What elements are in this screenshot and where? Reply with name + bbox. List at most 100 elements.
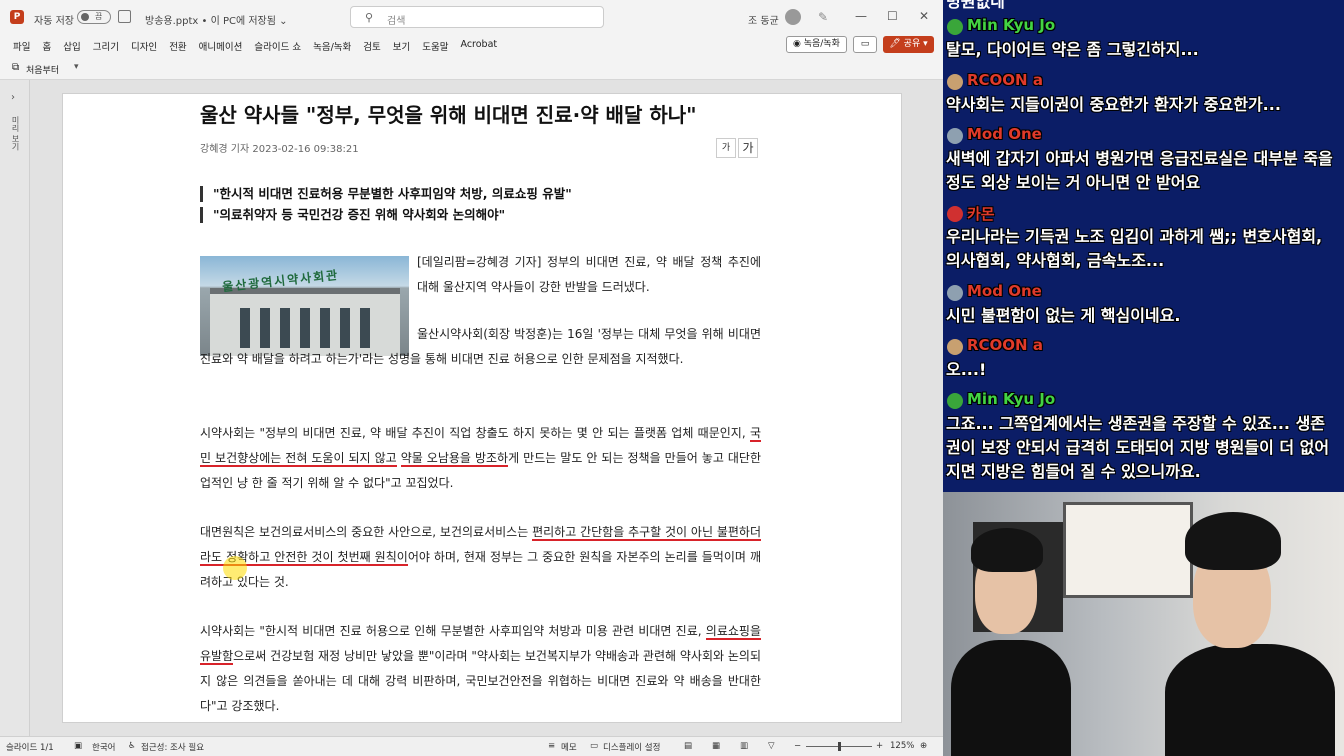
- chat-username: Mod One: [967, 282, 1042, 300]
- save-icon[interactable]: [118, 10, 131, 23]
- shirt: [1165, 644, 1335, 756]
- spellcheck-icon[interactable]: ▣: [74, 741, 82, 751]
- search-icon: ⚲: [365, 11, 374, 24]
- chat-username: RCOON a: [967, 336, 1043, 354]
- fit-slide-icon[interactable]: ⊕: [920, 741, 927, 751]
- chat-avatar-icon: [947, 339, 963, 355]
- chat-text: 시민 불편함이 없는 게 핵심이네요.: [946, 306, 1181, 325]
- summary-line-1: "한시적 비대면 진료허용 무분별한 사후피임약 처방, 의료쇼핑 유발": [200, 186, 820, 202]
- tab-6[interactable]: 애니메이션: [199, 39, 243, 53]
- chat-username: RCOON a: [967, 71, 1043, 89]
- chat-avatar-icon: [947, 19, 963, 35]
- slide-canvas: 울산 약사들 "정부, 무엇을 위해 비대면 진료·약 배달 하나" 강혜경 기…: [30, 80, 943, 736]
- font-large-button[interactable]: 가: [738, 138, 758, 158]
- pen-icon[interactable]: ✎: [818, 10, 828, 24]
- display-icon[interactable]: ▭: [590, 741, 598, 751]
- notes-button[interactable]: 메모: [561, 741, 577, 753]
- hair: [971, 528, 1043, 572]
- powerpoint-icon[interactable]: P: [10, 10, 24, 24]
- customize-toolbar-button[interactable]: ▾: [74, 62, 79, 72]
- tab-7[interactable]: 슬라이드 쇼: [254, 39, 301, 53]
- zoom-in-button[interactable]: +: [876, 741, 883, 751]
- maximize-icon[interactable]: ☐: [887, 9, 898, 23]
- zoom-out-button[interactable]: −: [794, 741, 801, 751]
- chat-text: 새벽에 갑자기 아파서 병원가면 응급진료실은 대부분 죽을 정도 외상 보이는…: [946, 149, 1333, 192]
- tab-10[interactable]: 보기: [393, 39, 410, 53]
- chat-partial-message: 병원없네: [946, 0, 1005, 11]
- zoom-slider-handle[interactable]: [838, 742, 841, 751]
- chat-avatar-icon: [947, 206, 963, 222]
- accessibility-status[interactable]: 접근성: 조사 필요: [141, 741, 204, 753]
- language[interactable]: 한국어: [92, 741, 115, 753]
- notes-icon[interactable]: ≡: [548, 741, 555, 751]
- tab-11[interactable]: 도움말: [422, 39, 448, 53]
- tab-0[interactable]: 파일: [13, 39, 30, 53]
- slideshow-start-icon[interactable]: ⧉: [12, 62, 19, 73]
- tab-5[interactable]: 전환: [169, 39, 186, 53]
- paragraph-1: [데일리팜=강혜경 기자] 정부의 비대면 진료, 약 배달 정책 추진에 대해…: [417, 255, 761, 294]
- chat-avatar-icon: [947, 128, 963, 144]
- pointer-highlight: [223, 556, 247, 580]
- chat-username: 카몬: [967, 205, 995, 223]
- streamer-right: [1165, 504, 1335, 756]
- chat-username: Mod One: [967, 125, 1042, 143]
- from-start-button[interactable]: 처음부터: [26, 63, 59, 76]
- tab-1[interactable]: 홈: [42, 39, 51, 53]
- comment-button[interactable]: ▭: [853, 36, 877, 53]
- slide[interactable]: 울산 약사들 "정부, 무엇을 위해 비대면 진료·약 배달 하나" 강혜경 기…: [62, 93, 902, 723]
- title-bar: P 자동 저장 끔 방송용.pptx • 이 PC에 저장됨 ⌄ ⚲ 검색 조 …: [0, 0, 943, 34]
- tab-12[interactable]: Acrobat: [460, 39, 497, 53]
- paragraph-3: 시약사회는 "정부의 비대면 진료, 약 배달 추진이 직업 창출도 하지 못하…: [200, 421, 761, 496]
- font-small-button[interactable]: 가: [716, 138, 736, 158]
- file-name[interactable]: 방송용.pptx • 이 PC에 저장됨 ⌄: [145, 12, 288, 27]
- display-settings-button[interactable]: 디스플레이 설정: [603, 741, 660, 753]
- tab-list: 파일 홈 삽입 그리기 디자인 전환 애니메이션 슬라이드 쇼 녹음/녹화 검토 보기 도움말 Acro…: [13, 39, 497, 53]
- status-bar: 슬라이드 1/1 ▣ 한국어 ♿ 접근성: 조사 필요 ≡ 메모 ▭ 디스플레이…: [0, 736, 943, 756]
- tab-3[interactable]: 그리기: [93, 39, 119, 53]
- accessibility-icon[interactable]: ♿: [128, 741, 136, 751]
- share-button[interactable]: 🖊 공유 ▾: [883, 36, 934, 53]
- search-placeholder: 검색: [387, 16, 406, 27]
- article-headline: 울산 약사들 "정부, 무엇을 위해 비대면 진료·약 배달 하나": [200, 103, 697, 127]
- streamer-left: [951, 520, 1071, 756]
- search-box[interactable]: ⚲ 검색: [350, 6, 604, 28]
- autosave-state: 끔: [95, 12, 103, 21]
- chat-text: 그죠... 그쪽업계에서는 생존권을 주장할 수 있죠... 생존권이 보장 안…: [946, 414, 1330, 481]
- p5-text-a: 시약사회는 "한시적 비대면 진료 허용으로 인해 무분별한 사후피임약 처방과…: [200, 624, 706, 638]
- live-chat-overlay: 병원없네 Min Kyu Jo 탈모, 다이어트 약은 좀 그렇긴하지... RCO…: [943, 0, 1344, 492]
- chat-avatar-icon: [947, 393, 963, 409]
- tab-9[interactable]: 검토: [363, 39, 380, 53]
- user-avatar-icon[interactable]: [785, 9, 801, 25]
- slide-sorter-icon[interactable]: ▦: [712, 741, 720, 751]
- shirt: [951, 640, 1071, 756]
- article-byline: 강혜경 기자 2023-02-16 09:38:21: [200, 144, 359, 155]
- normal-view-icon[interactable]: ▤: [684, 741, 692, 751]
- chat-text: 우리나라는 기득권 노조 입김이 과하게 쌤;; 변호사협회, 의사협회, 약사…: [946, 227, 1323, 270]
- autosave-toggle[interactable]: 끔: [77, 10, 111, 24]
- paragraph-5: 시약사회는 "한시적 비대면 진료 허용으로 인해 무분별한 사후피임약 처방과…: [200, 619, 761, 719]
- user-name[interactable]: 조 동균: [748, 12, 779, 27]
- hair: [1185, 512, 1281, 570]
- chat-username: Min Kyu Jo: [967, 390, 1056, 408]
- summary-line-2: "의료취약자 등 국민건강 증진 위해 약사회와 논의해야": [200, 207, 820, 223]
- paragraph-4: 대면원칙은 보건의료서비스의 중요한 사안으로, 보건의료서비스는 편리하고 간…: [200, 520, 761, 595]
- chevron-right-icon[interactable]: ›: [11, 92, 15, 103]
- tab-2[interactable]: 삽입: [63, 39, 80, 53]
- zoom-level[interactable]: 125%: [890, 741, 914, 751]
- chat-username: Min Kyu Jo: [967, 16, 1056, 34]
- quick-access-toolbar: ⧉ 처음부터 ▾: [0, 56, 943, 80]
- slideshow-icon[interactable]: ▽: [768, 741, 775, 751]
- webcam-feed: [943, 492, 1344, 756]
- reading-view-icon[interactable]: ▥: [740, 741, 748, 751]
- tab-4[interactable]: 디자인: [131, 39, 157, 53]
- slide-counter: 슬라이드 1/1: [6, 743, 54, 753]
- minimize-icon[interactable]: —: [855, 9, 867, 23]
- ribbon-tabs: 파일 홈 삽입 그리기 디자인 전환 애니메이션 슬라이드 쇼 녹음/녹화 검토 보기 도움말 Acro…: [0, 34, 943, 56]
- record-button[interactable]: ◉ 녹음/녹화: [786, 36, 847, 53]
- close-icon[interactable]: ✕: [919, 9, 929, 23]
- tab-8[interactable]: 녹음/녹화: [313, 39, 351, 53]
- chat-text: 탈모, 다이어트 약은 좀 그렇긴하지...: [946, 40, 1199, 59]
- chat-avatar-icon: [947, 285, 963, 301]
- chat-avatar-icon: [947, 74, 963, 90]
- p5-text-b: 으로써 건강보험 재정 낭비만 낳았을 뿐"이라며 "약사회는 보건복지부가 약…: [200, 649, 761, 713]
